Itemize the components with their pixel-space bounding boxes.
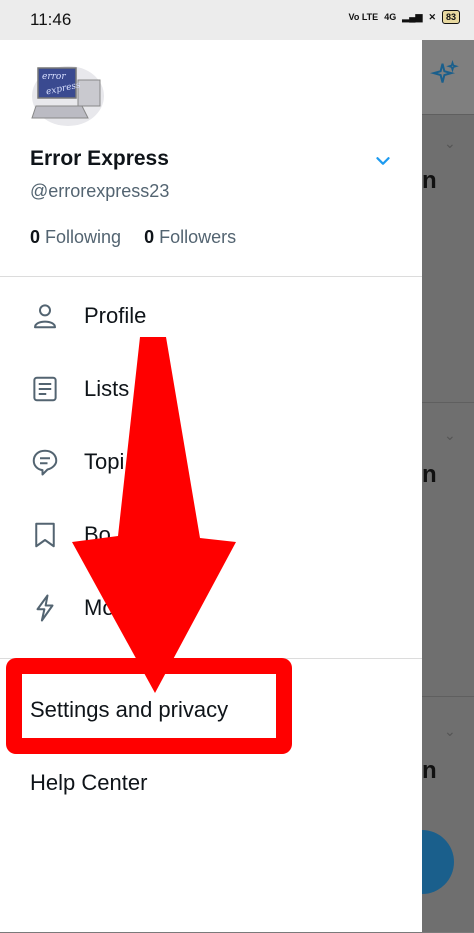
- annotation-arrow: [72, 337, 236, 693]
